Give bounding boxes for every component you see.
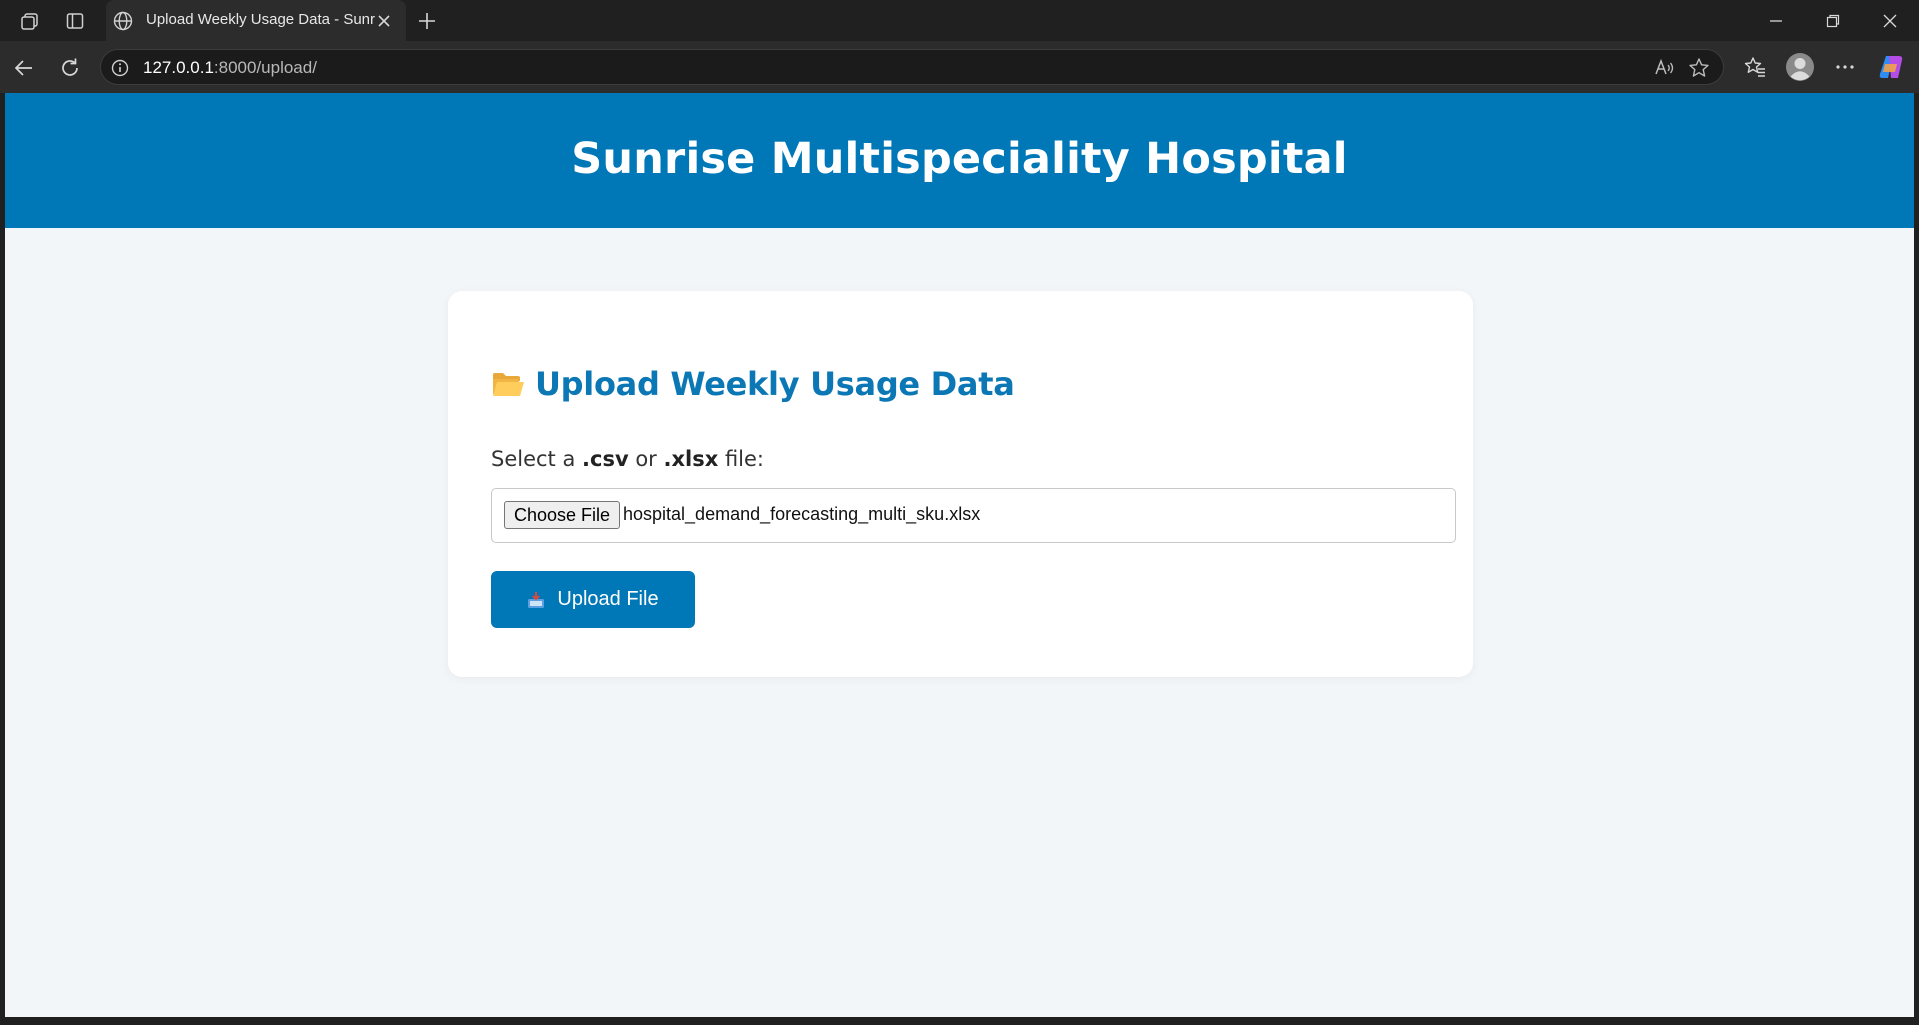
- upload-button-label: Upload File: [557, 588, 659, 610]
- upload-title: Upload Weekly Usage Data: [535, 365, 1015, 403]
- upload-card: Upload Weekly Usage Data Select a .csv o…: [448, 291, 1473, 677]
- browser-tab-bar: Upload Weekly Usage Data - Sunrise Multi…: [0, 0, 1919, 41]
- read-aloud-icon[interactable]: [1653, 56, 1677, 80]
- site-info-icon[interactable]: [110, 58, 130, 78]
- restore-icon[interactable]: [1819, 8, 1847, 34]
- close-window-icon[interactable]: [1876, 8, 1904, 34]
- site-header: Sunrise Multispeciality Hospital: [5, 93, 1914, 228]
- page-viewport: Sunrise Multispeciality Hospital Upload …: [5, 93, 1914, 1017]
- tab-title: Upload Weekly Usage Data - Sunrise Multi…: [146, 11, 376, 28]
- open-folder-icon: [493, 373, 524, 396]
- browser-toolbar: 127.0.0.1:8000/upload/: [0, 41, 1919, 93]
- site-title: Sunrise Multispeciality Hospital: [571, 134, 1348, 184]
- refresh-icon[interactable]: [56, 54, 84, 82]
- more-options-icon[interactable]: [1830, 52, 1860, 82]
- favorites-icon[interactable]: [1740, 52, 1770, 82]
- new-tab-icon[interactable]: [414, 8, 440, 34]
- vertical-tabs-icon[interactable]: [62, 8, 88, 34]
- favorite-star-icon[interactable]: [1687, 56, 1711, 80]
- selected-file-name: hospital_demand_forecasting_multi_sku.xl…: [623, 504, 981, 524]
- active-tab[interactable]: Upload Weekly Usage Data - Sunrise Multi…: [106, 0, 406, 41]
- upload-file-button[interactable]: Upload File: [491, 571, 695, 628]
- xlsx-extension: .xlsx: [663, 447, 719, 471]
- upload-heading: Upload Weekly Usage Data: [491, 365, 1015, 403]
- file-select-label: Select a .csv or .xlsx file:: [491, 447, 764, 471]
- copilot-icon[interactable]: [1876, 52, 1906, 82]
- profile-avatar-icon[interactable]: [1785, 52, 1815, 82]
- close-tab-icon[interactable]: [374, 11, 394, 31]
- workspaces-icon[interactable]: [17, 8, 43, 34]
- csv-extension: .csv: [582, 447, 629, 471]
- address-bar[interactable]: 127.0.0.1:8000/upload/: [100, 49, 1724, 85]
- inbox-tray-icon: [528, 591, 545, 608]
- minimize-icon[interactable]: [1762, 8, 1790, 34]
- url-text: 127.0.0.1:8000/upload/: [143, 58, 317, 77]
- back-icon[interactable]: [10, 54, 38, 82]
- file-input[interactable]: Choose File hospital_demand_forecasting_…: [491, 488, 1456, 543]
- choose-file-button[interactable]: Choose File: [504, 501, 621, 529]
- globe-icon: [112, 10, 134, 32]
